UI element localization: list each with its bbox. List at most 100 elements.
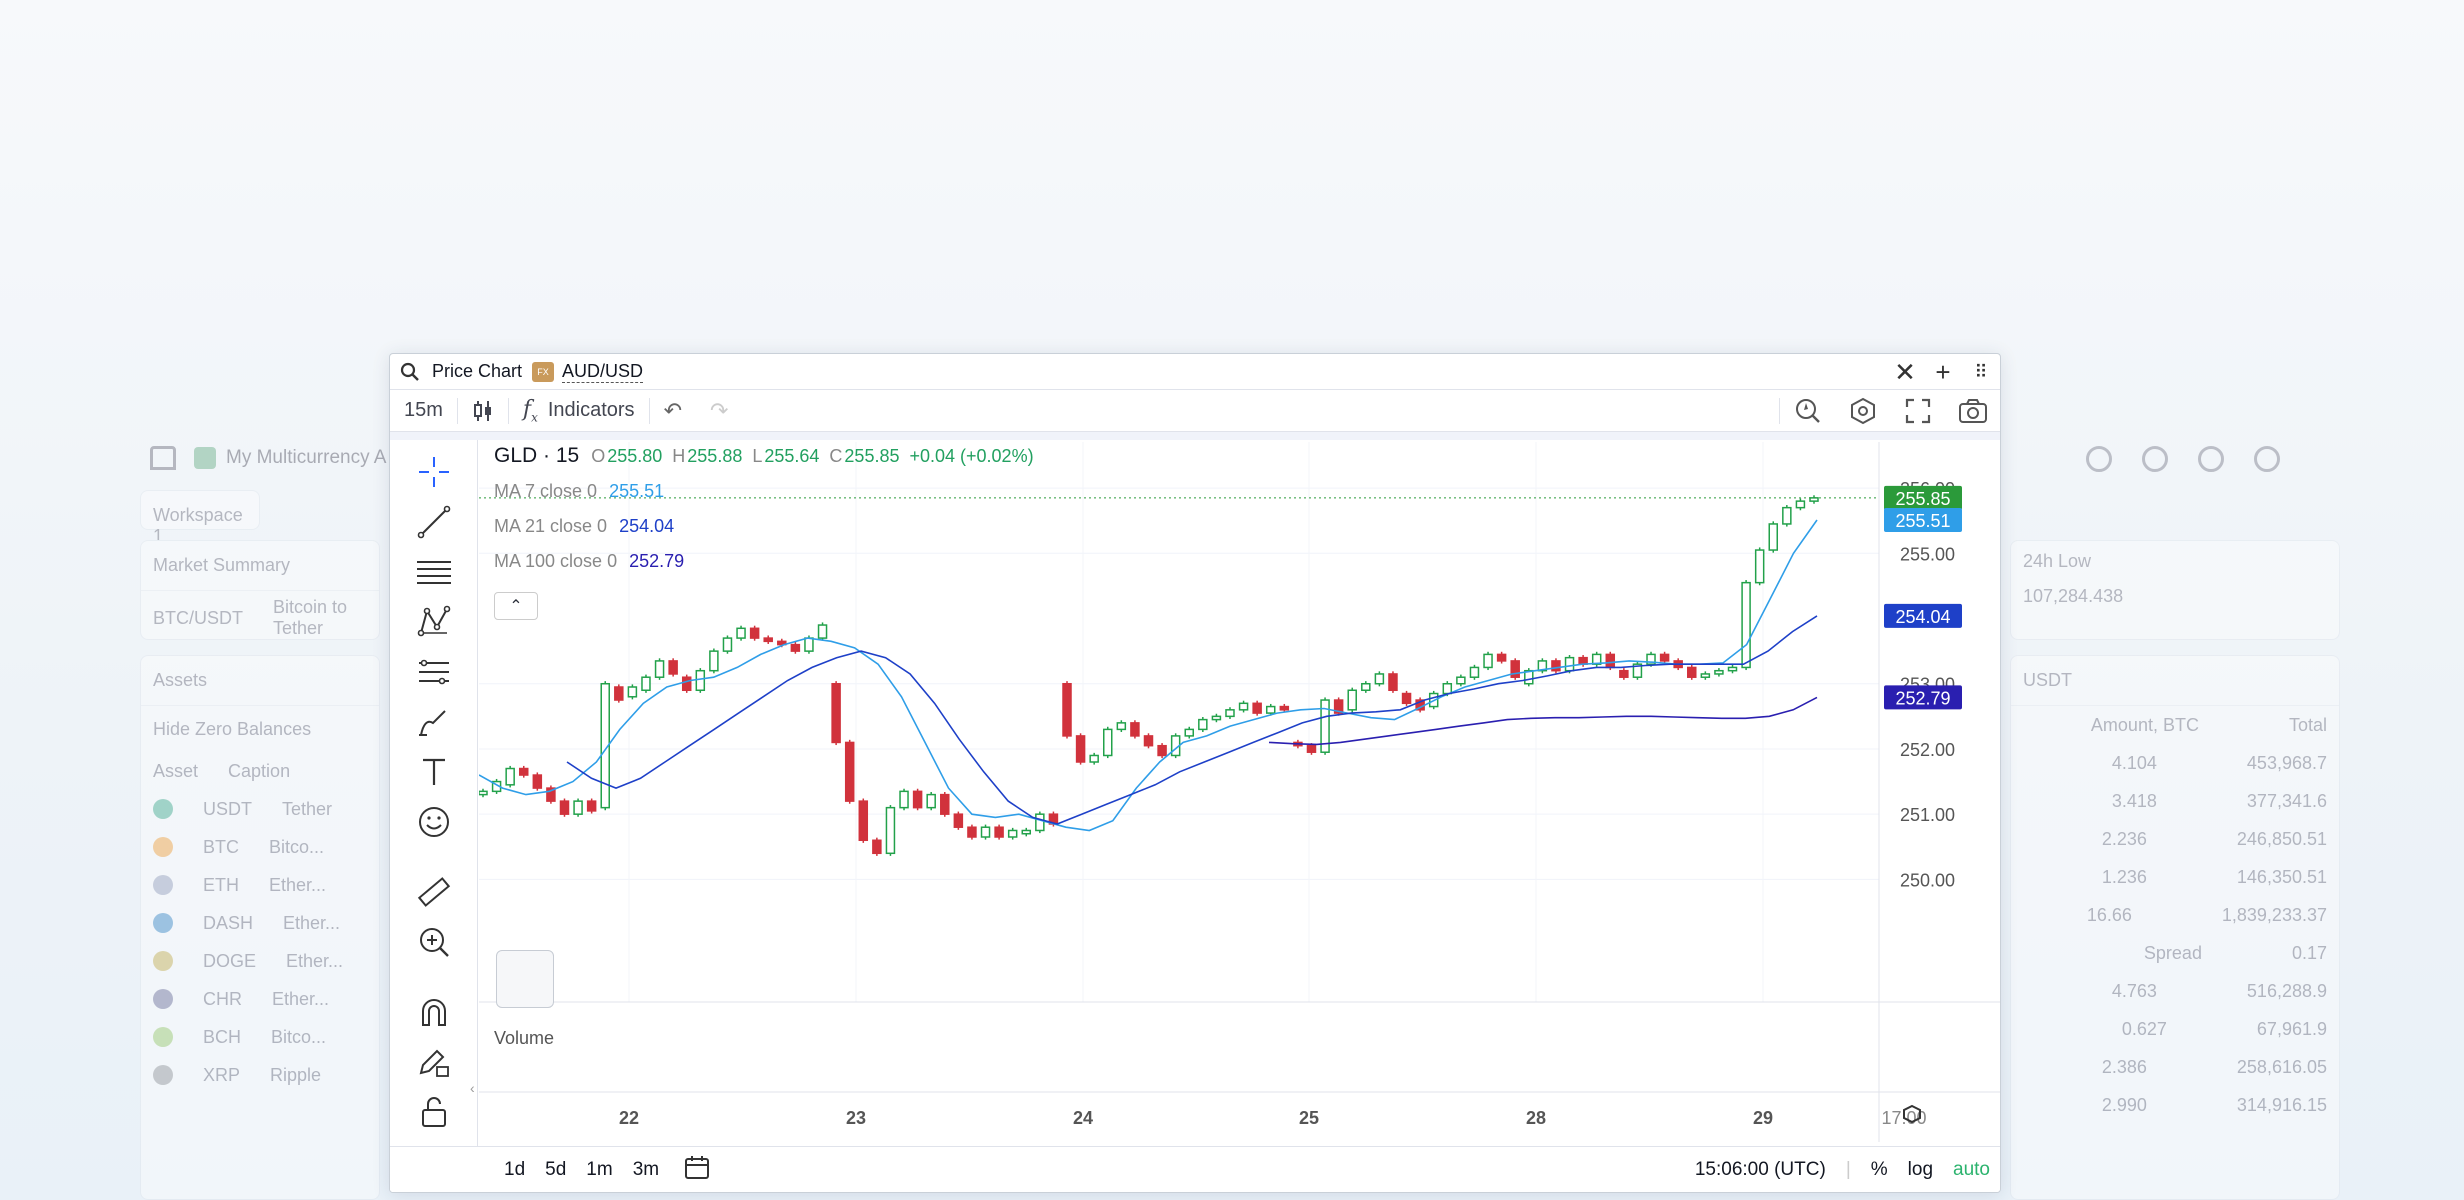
log-scale-toggle[interactable]: log <box>1898 1159 1943 1181</box>
volume-pane-thumbnail[interactable] <box>496 950 554 1008</box>
coin-icon <box>153 1027 173 1047</box>
search-icon[interactable] <box>400 362 420 382</box>
trend-line-tool[interactable] <box>416 504 452 540</box>
currency-pair-select[interactable]: AUD/USD <box>562 361 644 383</box>
horizontal-lines-tool[interactable] <box>416 554 452 590</box>
coin-icon <box>153 1065 173 1085</box>
bg-order-amount: 4.763 <box>2111 980 2157 1001</box>
auto-scale-toggle[interactable]: auto <box>1943 1159 2000 1181</box>
bg-low-label: 24h Low <box>2023 550 2092 571</box>
fullscreen-button[interactable] <box>1890 390 1945 432</box>
ma100-legend[interactable]: MA 100 close 0 252.79 <box>494 543 1034 578</box>
candle-up <box>1442 682 1453 695</box>
bg-asset-symbol: DASH <box>203 912 254 933</box>
bg-hide-zero: Hide Zero Balances <box>141 706 379 752</box>
candle-up <box>1714 669 1724 675</box>
candle-down <box>940 793 950 815</box>
bg-order-total: 314,916.15 <box>2236 1094 2327 1115</box>
coin-icon <box>153 951 173 971</box>
x-tick-label: 23 <box>846 1108 866 1128</box>
widget-title-bar: Price Chart FX AUD/USD ✕ + ⠿ <box>390 354 2000 390</box>
ruler-tool[interactable] <box>416 874 452 910</box>
fib-tool[interactable] <box>416 654 452 690</box>
bg-asset-row: BTC Bitco... <box>141 828 379 866</box>
x-tick-label: 24 <box>1073 1108 1093 1128</box>
candle-down <box>1659 653 1670 662</box>
bg-asset-symbol: DOGE <box>203 950 257 971</box>
candle-up <box>573 800 583 815</box>
bg-assets-panel: Assets Hide Zero Balances Asset Caption U… <box>140 655 380 1200</box>
workspace-icon <box>194 447 216 469</box>
open-value: 255.80 <box>607 445 663 466</box>
lock-all-tool[interactable] <box>416 1094 452 1130</box>
text-icon <box>423 758 445 785</box>
crosshair-tool[interactable] <box>416 454 452 490</box>
candle-up <box>1198 718 1208 731</box>
range-3m-button[interactable]: 3m <box>623 1159 669 1181</box>
candle-up <box>1021 829 1032 835</box>
bg-assets-header: Asset Caption <box>141 752 379 790</box>
utc-clock[interactable]: 15:06:00 (UTC) <box>1685 1159 1836 1181</box>
candle-down <box>967 826 977 838</box>
ma7-label: MA 7 close 0 <box>494 480 598 501</box>
redo-button[interactable]: ↷ <box>696 390 742 432</box>
drag-handle-icon[interactable]: ⠿ <box>1962 354 2000 390</box>
brush-tool[interactable] <box>416 704 452 740</box>
candle-up <box>627 686 638 698</box>
legend-ohlc: O 255.80 H 255.88 L 255.64 C 255.85 +0.04 (+… <box>591 439 1033 473</box>
interval-button[interactable]: 15m <box>390 390 457 432</box>
magnet-tool[interactable] <box>416 994 452 1030</box>
close-icon[interactable]: ✕ <box>1886 354 1924 390</box>
collapse-toolbar-icon[interactable]: ‹ <box>470 1080 475 1096</box>
bg-order-total: 377,341.6 <box>2246 790 2327 811</box>
pattern-tool[interactable] <box>416 604 452 640</box>
range-5d-button[interactable]: 5d <box>535 1159 576 1181</box>
bg-orderbook-title: USDT <box>2011 656 2339 706</box>
function-icon: fx <box>522 396 538 425</box>
candle-down <box>844 741 855 802</box>
bg-order-amount: 3.418 <box>2111 790 2157 811</box>
bg-order-total: 1,839,233.37 <box>2221 904 2327 925</box>
price-label-text: 254.04 <box>1895 607 1950 627</box>
bg-asset-row: BCH Bitco... <box>141 1018 379 1056</box>
undo-icon: ↶ <box>663 397 682 423</box>
trend-line-icon <box>417 505 451 539</box>
percent-scale-toggle[interactable]: % <box>1861 1159 1898 1181</box>
candle-up <box>709 650 719 672</box>
candle-up <box>1347 689 1357 711</box>
text-tool[interactable] <box>416 754 452 790</box>
candle-down <box>912 790 923 809</box>
range-1m-button[interactable]: 1m <box>576 1159 622 1181</box>
go-to-date-button[interactable] <box>683 1154 711 1186</box>
bg-col-amount: Amount, BTC <box>2090 714 2199 735</box>
candle-type-button[interactable] <box>458 390 508 432</box>
range-1d-button[interactable]: 1d <box>494 1159 535 1181</box>
bg-asset-symbol: BCH <box>203 1026 242 1047</box>
bg-tab-title: My Multicurrency A <box>226 447 387 468</box>
ma7-legend[interactable]: MA 7 close 0 255.51 <box>494 473 1034 508</box>
candle-up <box>1700 673 1711 678</box>
replay-button[interactable] <box>1780 390 1835 432</box>
screenshot-button[interactable] <box>1945 390 2000 432</box>
legend-collapse-button[interactable]: ⌃ <box>494 592 538 620</box>
drawing-toolbar: ‹ <box>390 440 478 1192</box>
bg-assets-title: Assets <box>141 656 379 706</box>
candle-up <box>695 669 706 692</box>
add-icon[interactable]: + <box>1924 354 1962 390</box>
bg-asset-row: ETH Ether... <box>141 866 379 904</box>
bg-pair-symbol: BTC/USDT <box>153 607 243 628</box>
bg-order-row: 2.236 246,850.51 <box>2011 820 2339 858</box>
bg-asset-caption: Ether... <box>272 988 330 1009</box>
bg-asset-row: DASH Ether... <box>141 904 379 942</box>
indicators-label: Indicators <box>547 399 635 421</box>
ma21-legend[interactable]: MA 21 close 0 254.04 <box>494 508 1034 543</box>
candle-up <box>1265 705 1276 714</box>
zoom-tool[interactable] <box>416 924 452 960</box>
candle-up <box>479 790 488 796</box>
bg-asset-row: USDT Tether <box>141 790 379 828</box>
lock-drawing-tool[interactable] <box>416 1044 452 1080</box>
emoji-tool[interactable] <box>416 804 452 840</box>
indicators-button[interactable]: fx Indicators <box>509 390 649 432</box>
settings-button[interactable] <box>1835 390 1890 432</box>
undo-button[interactable]: ↶ <box>650 390 696 432</box>
